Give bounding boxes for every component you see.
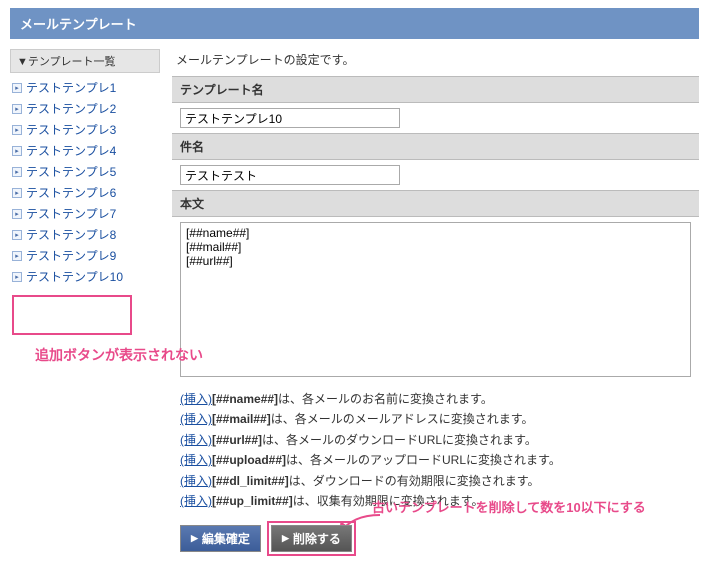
- play-icon: ▶: [282, 533, 289, 544]
- placeholder-token: [##mail##]: [212, 412, 271, 426]
- bullet-icon: ▸: [12, 230, 22, 240]
- placeholder-token: [##up_limit##]: [212, 494, 293, 508]
- description: メールテンプレートの設定です。: [172, 49, 699, 76]
- insert-link[interactable]: (挿入): [180, 494, 212, 508]
- sidebar-link[interactable]: テストテンプレ1: [26, 79, 116, 96]
- sidebar-item: ▸ テストテンプレ6: [12, 182, 160, 203]
- placeholder-token: [##url##]: [212, 433, 262, 447]
- annotation-missing-add-text: 追加ボタンが表示されない: [35, 345, 185, 365]
- sidebar-item: ▸ テストテンプレ5: [12, 161, 160, 182]
- sidebar: ▼テンプレート一覧 ▸ テストテンプレ1 ▸ テストテンプレ2 ▸ テストテンプレ3 ▸ テス…: [10, 49, 160, 556]
- body-heading: 本文: [172, 190, 699, 217]
- insert-link[interactable]: (挿入): [180, 433, 212, 447]
- bullet-icon: ▸: [12, 188, 22, 198]
- sidebar-item: ▸ テストテンプレ3: [12, 119, 160, 140]
- bullet-icon: ▸: [12, 104, 22, 114]
- insert-link[interactable]: (挿入): [180, 453, 212, 467]
- bullet-icon: ▸: [12, 272, 22, 282]
- bullet-icon: ▸: [12, 83, 22, 93]
- confirm-button-label: 編集確定: [202, 530, 250, 547]
- sidebar-link[interactable]: テストテンプレ7: [26, 205, 116, 222]
- delete-button[interactable]: ▶ 削除する: [271, 525, 352, 552]
- bullet-icon: ▸: [12, 209, 22, 219]
- sidebar-link[interactable]: テストテンプレ2: [26, 100, 116, 117]
- placeholder-token: [##upload##]: [212, 453, 286, 467]
- sidebar-link[interactable]: テストテンプレ6: [26, 184, 116, 201]
- sidebar-item: ▸ テストテンプレ9: [12, 245, 160, 266]
- template-name-heading: テンプレート名: [172, 76, 699, 103]
- confirm-button[interactable]: ▶ 編集確定: [180, 525, 261, 552]
- sidebar-heading: ▼テンプレート一覧: [10, 49, 160, 73]
- sidebar-item: ▸ テストテンプレ7: [12, 203, 160, 224]
- body-textarea[interactable]: [180, 222, 691, 377]
- placeholder-token: [##name##]: [212, 392, 278, 406]
- annotation-delete-text: 古いテンプレートを削除して数を10以下にする: [372, 497, 646, 516]
- sidebar-link[interactable]: テストテンプレ4: [26, 142, 116, 159]
- sidebar-link[interactable]: テストテンプレ5: [26, 163, 116, 180]
- sidebar-item: ▸ テストテンプレ8: [12, 224, 160, 245]
- sidebar-link[interactable]: テストテンプレ10: [26, 268, 123, 285]
- main-panel: メールテンプレートの設定です。 テンプレート名 件名 本文 (挿入)[##nam…: [172, 49, 699, 556]
- insert-link[interactable]: (挿入): [180, 392, 212, 406]
- placeholder-hints: (挿入)[##name##]は、各メールのお名前に変換されます。(挿入)[##m…: [172, 385, 699, 513]
- placeholder-desc: は、各メールのお名前に変換されます。: [278, 392, 493, 406]
- annotation-delete-highlight: ▶ 削除する: [267, 521, 356, 556]
- placeholder-desc: は、ダウンロードの有効期限に変換されます。: [289, 474, 540, 488]
- sidebar-item: ▸ テストテンプレ1: [12, 77, 160, 98]
- bullet-icon: ▸: [12, 125, 22, 135]
- sidebar-item: ▸ テストテンプレ4: [12, 140, 160, 161]
- bullet-icon: ▸: [12, 146, 22, 156]
- sidebar-item: ▸ テストテンプレ2: [12, 98, 160, 119]
- template-name-input[interactable]: [180, 108, 400, 128]
- subject-input[interactable]: [180, 165, 400, 185]
- bullet-icon: ▸: [12, 251, 22, 261]
- insert-link[interactable]: (挿入): [180, 474, 212, 488]
- placeholder-desc: は、各メールのアップロードURLに変換されます。: [286, 453, 561, 467]
- page-title: メールテンプレート: [10, 8, 699, 39]
- delete-button-label: 削除する: [293, 530, 341, 547]
- sidebar-link[interactable]: テストテンプレ8: [26, 226, 116, 243]
- placeholder-desc: は、各メールのダウンロードURLに変換されます。: [262, 433, 537, 447]
- bullet-icon: ▸: [12, 167, 22, 177]
- sidebar-link[interactable]: テストテンプレ9: [26, 247, 116, 264]
- play-icon: ▶: [191, 533, 198, 544]
- annotation-missing-add-box: [12, 295, 132, 335]
- sidebar-item: ▸ テストテンプレ10: [12, 266, 160, 287]
- subject-heading: 件名: [172, 133, 699, 160]
- insert-link[interactable]: (挿入): [180, 412, 212, 426]
- placeholder-token: [##dl_limit##]: [212, 474, 289, 488]
- sidebar-link[interactable]: テストテンプレ3: [26, 121, 116, 138]
- placeholder-desc: は、各メールのメールアドレスに変換されます。: [271, 412, 534, 426]
